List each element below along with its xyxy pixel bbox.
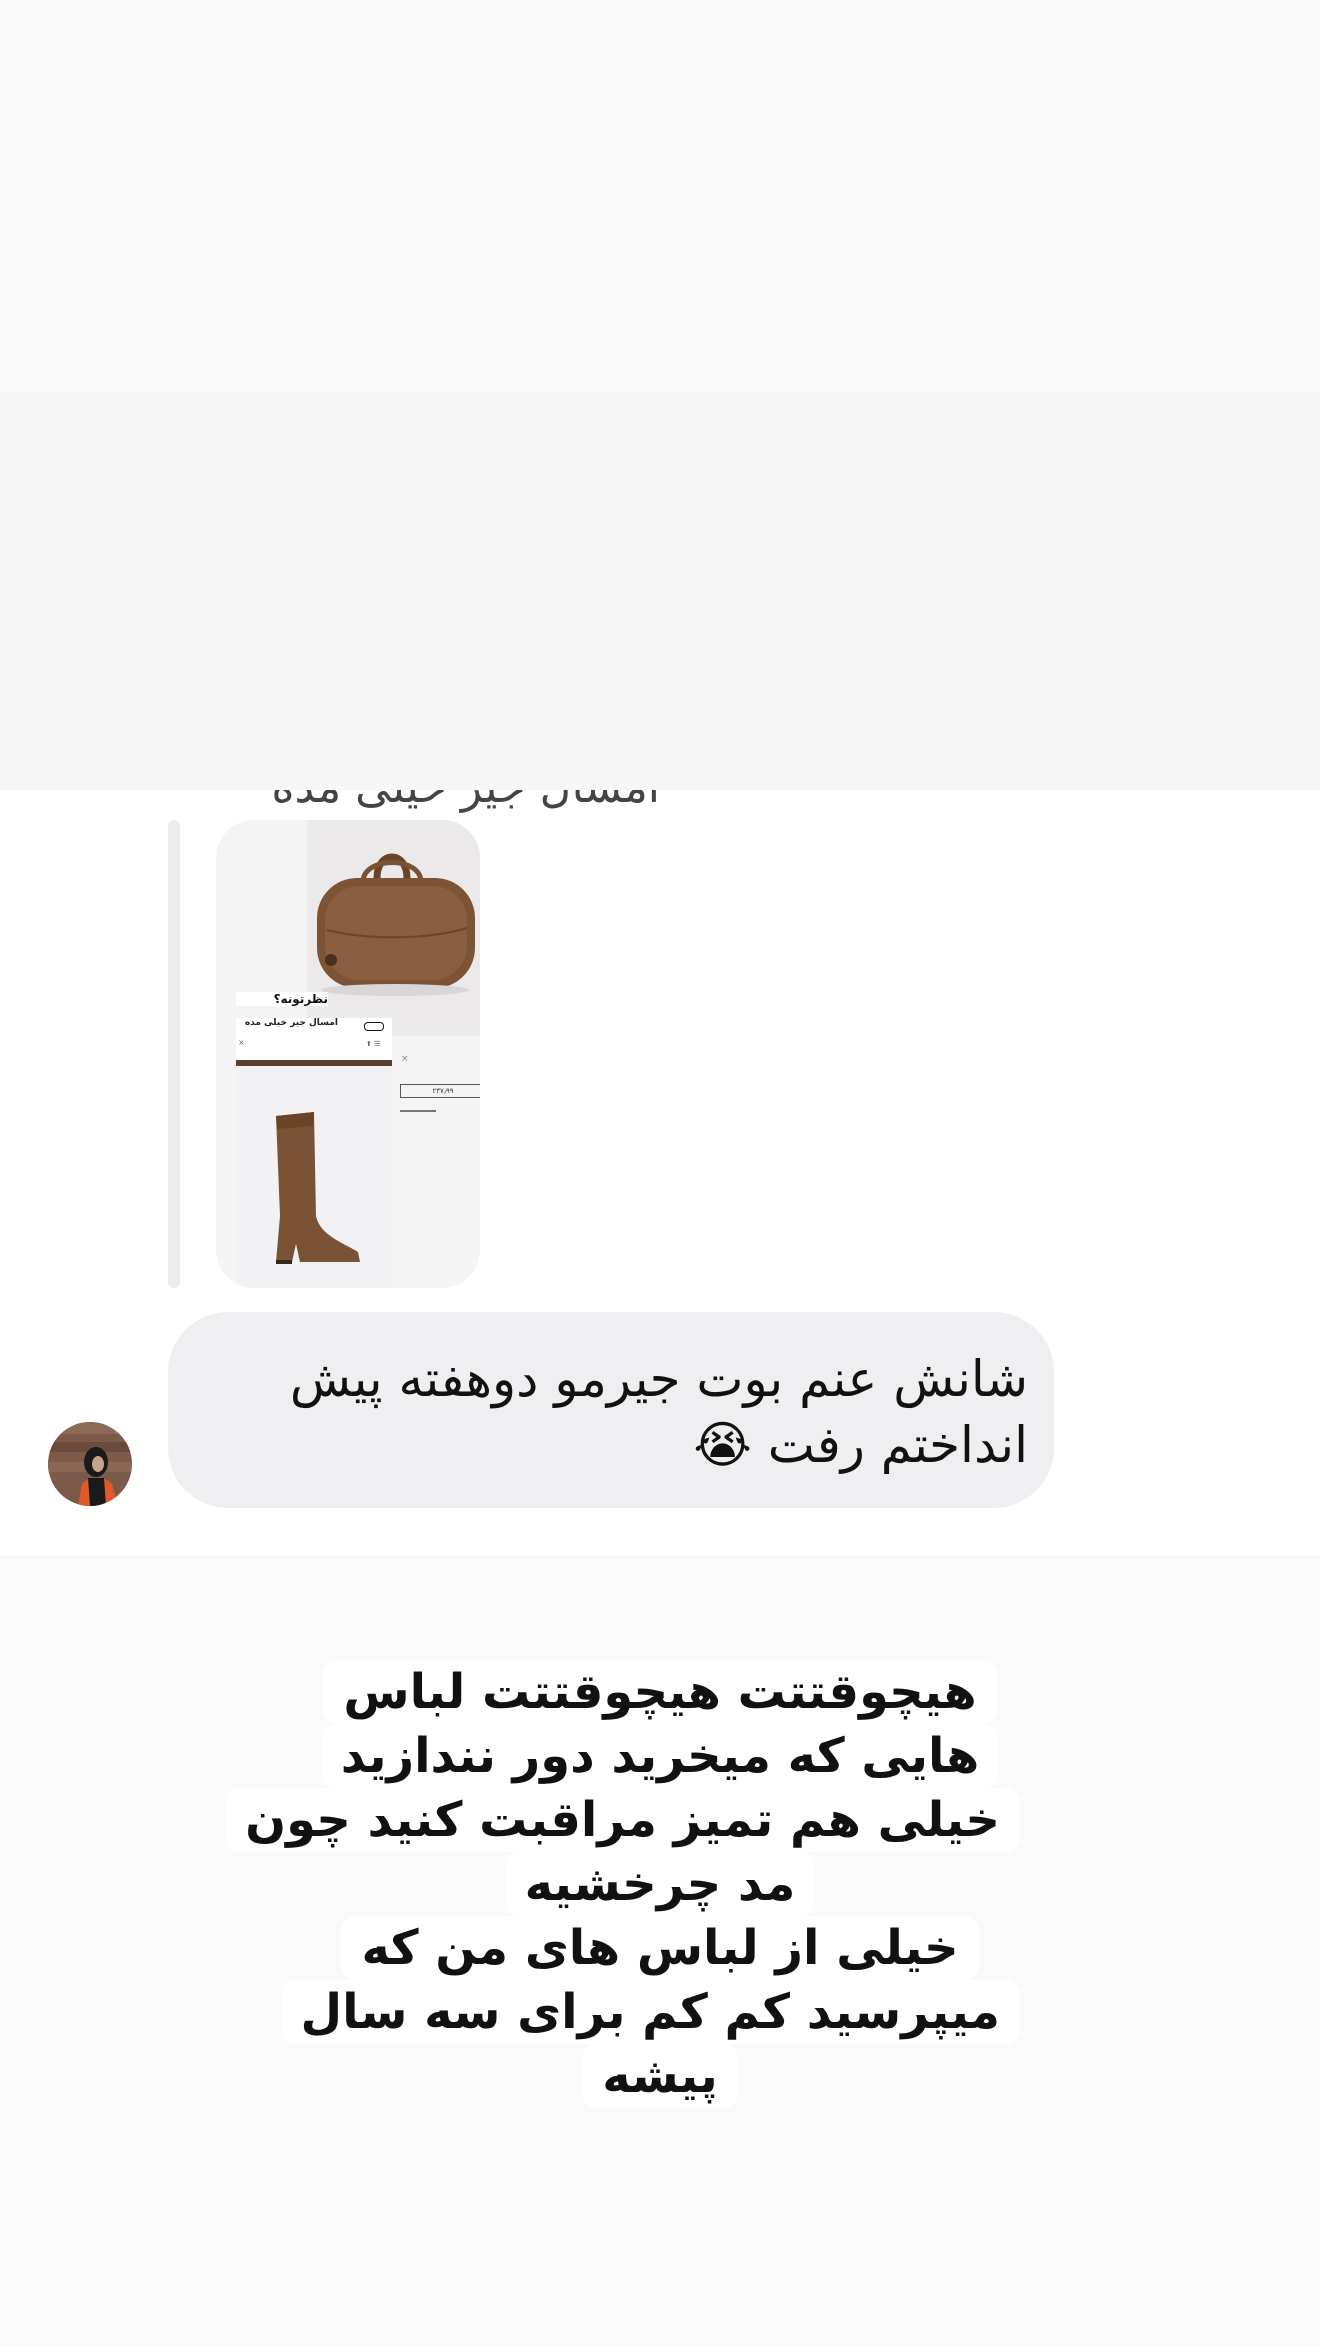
previous-message-cut: امسال جیر خیلی مده	[240, 790, 660, 813]
caption-line: هایی که میخرید دور نندازید	[320, 1724, 1000, 1788]
story-caption: هیچوقتتت هیچوقتتت لباس هایی که میخرید دو…	[225, 1660, 1020, 2108]
caption-line: خیلی هم تمیز مراقبت کنید چون	[225, 1788, 1020, 1852]
caption-line: پیشه	[582, 2044, 738, 2108]
divider	[400, 1110, 436, 1112]
caption-line: مد چرخشیه	[504, 1852, 816, 1916]
dm-screenshot: امسال جیر خیلی مده امسال جیر خیلی مده نظ…	[0, 790, 1320, 1555]
close-icon: ×	[238, 1038, 245, 1047]
caption-line: میپرسید کم کم برای سه سال	[280, 1980, 1020, 2044]
caption-line: هیچوقتتت هیچوقتتت لباس	[323, 1660, 997, 1724]
reply-indicator-bar	[168, 820, 180, 1288]
caption-line: خیلی از لباس های من که	[341, 1916, 979, 1980]
story-top-area	[0, 0, 1320, 390]
bag-image	[307, 820, 480, 1036]
side-close-icon: ×	[401, 1054, 409, 1064]
shared-post-caption: امسال جیر خیلی مده	[244, 1018, 338, 1028]
boot-image	[236, 1066, 392, 1288]
shared-post-title: نظرتونه؟	[236, 992, 328, 1006]
share-icons: ⬆ ☰	[366, 1040, 381, 1048]
message-text: شانش عنم بوت جیرمو دوهفته پیش انداختم رف…	[289, 1350, 1028, 1474]
shared-post-card[interactable]: امسال جیر خیلی مده نظرتونه؟ × ⬆ ☰ × ۲۳۷٫…	[216, 820, 480, 1288]
price-button: ۲۳۷٫۹۹	[400, 1084, 480, 1098]
toggle-icon	[364, 1022, 384, 1031]
shared-post-preview: امسال جیر خیلی مده نظرتونه؟ × ⬆ ☰	[236, 992, 392, 1288]
story-upper-blank	[0, 390, 1320, 790]
message-bubble[interactable]: شانش عنم بوت جیرمو دوهفته پیش انداختم رف…	[168, 1312, 1054, 1508]
avatar[interactable]	[48, 1422, 132, 1506]
